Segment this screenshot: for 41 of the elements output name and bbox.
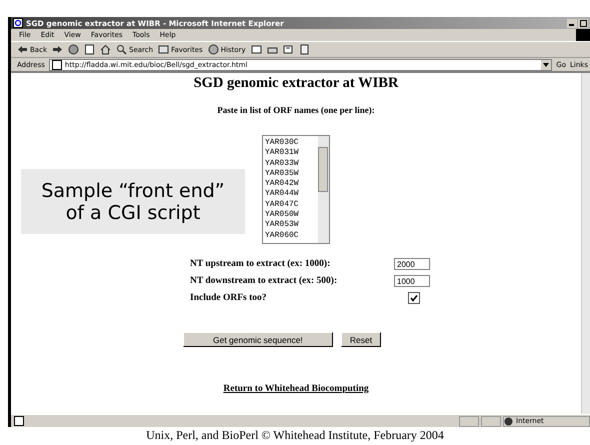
maximize-button[interactable] bbox=[578, 18, 588, 28]
list-entry: YAR053W bbox=[265, 220, 300, 231]
list-entry: YAR030C bbox=[265, 138, 300, 148]
orf-list-box[interactable]: YAR030C YAR031W YAR033W YAR035W YAR042W YAR044W YAR047C YAR050W YAR053W YAR060C bbox=[262, 135, 330, 244]
input-field[interactable]: 1000 bbox=[394, 275, 430, 287]
forward-icon bbox=[52, 44, 63, 55]
callout-text: Sample “front end” bbox=[41, 180, 225, 202]
globe-icon bbox=[504, 416, 513, 426]
list-entry: YAR050W bbox=[265, 210, 300, 220]
input-field[interactable]: 2000 bbox=[394, 258, 430, 270]
list-entry: YAR044W bbox=[265, 189, 300, 200]
toolbar-button[interactable] bbox=[100, 44, 111, 55]
home-icon bbox=[100, 44, 111, 55]
status-panel bbox=[459, 416, 479, 426]
form-button[interactable]: Get genomic sequence! bbox=[182, 332, 333, 347]
list-entry: YAR035W bbox=[265, 168, 300, 180]
caret-icon bbox=[543, 62, 550, 66]
list-entry: YAR042W bbox=[265, 179, 300, 190]
form-button[interactable]: Reset bbox=[340, 332, 382, 347]
search-icon bbox=[116, 44, 127, 55]
dropdown-button[interactable] bbox=[541, 60, 552, 70]
field-label: NT upstream to extract (ex: 1000): bbox=[190, 259, 330, 269]
callout-text: of a CGI script bbox=[66, 202, 200, 224]
list-entry: YAR033W bbox=[265, 158, 300, 169]
page-heading: SGD genomic extractor at WIBR bbox=[194, 75, 398, 92]
list-entry: YAR047C bbox=[265, 200, 300, 210]
toolbar-button[interactable] bbox=[52, 44, 63, 55]
status-panel bbox=[481, 416, 501, 426]
field-label: NT downstream to extract (ex: 500): bbox=[190, 276, 338, 286]
checkbox[interactable] bbox=[408, 292, 420, 304]
instruction-text: Paste in list of ORF names (one per line): bbox=[217, 105, 375, 115]
slide-footer: Unix, Perl, and BioPerl © Whitehead Institute, February 2004 bbox=[0, 428, 590, 442]
maximize-icon bbox=[580, 20, 586, 26]
minimize-button[interactable] bbox=[567, 18, 577, 28]
page-scrollbar[interactable] bbox=[581, 73, 590, 414]
checkbox-label: Include ORFs too? bbox=[190, 293, 267, 303]
list-entry: YAR060C bbox=[265, 230, 300, 241]
list-entry: YAR031W bbox=[265, 148, 300, 159]
scrollbar[interactable] bbox=[318, 136, 329, 243]
back-icon bbox=[17, 44, 28, 55]
return-link[interactable]: Return to Whitehead Biocomputing bbox=[223, 384, 369, 394]
